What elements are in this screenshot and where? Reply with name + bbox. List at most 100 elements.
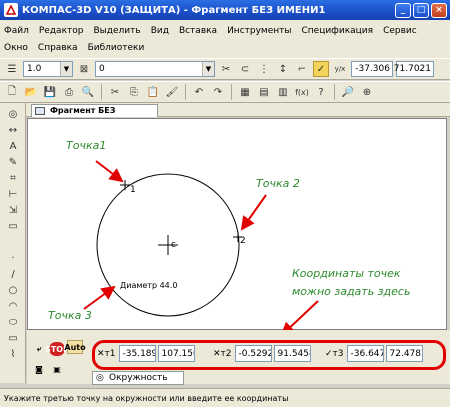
manager-icon[interactable]: ▤	[256, 84, 272, 100]
annotation-coords-line1: Координаты точек	[292, 267, 401, 280]
dimensions-icon[interactable]: ↔	[5, 123, 21, 137]
auto-create-icon[interactable]: Auto	[64, 340, 86, 354]
zoom-in-icon[interactable]: ⊕	[359, 84, 375, 100]
cut-icon[interactable]: ✂	[107, 84, 123, 100]
print-icon[interactable]: ⎙	[61, 84, 77, 100]
tab-circle[interactable]: ◎ Окружность	[92, 371, 184, 385]
redo-icon[interactable]: ↷	[210, 84, 226, 100]
annotation-point3: Точка 3	[48, 309, 92, 322]
save-icon[interactable]: 💾	[42, 84, 58, 100]
point2-x-input[interactable]: -0.5292	[234, 345, 272, 362]
snapshot-icon[interactable]: ◙	[31, 362, 47, 376]
point3-group: ✓т3 -36.647 72.4783	[325, 344, 425, 363]
annotation-point2: Точка 2	[256, 177, 300, 190]
arrow-coords	[280, 300, 319, 331]
circle-icon[interactable]: ○	[5, 283, 21, 297]
point-icon[interactable]: ·	[5, 251, 21, 265]
point3-x-input[interactable]: -36.647	[346, 345, 384, 362]
point2-y-input[interactable]: 91.5458	[273, 345, 311, 362]
measure-icon[interactable]: ⊢	[5, 187, 21, 201]
ortho-icon[interactable]: ↕	[275, 61, 291, 77]
menu-insert[interactable]: Вставка	[179, 26, 217, 36]
local-cs-icon[interactable]: ⌐	[294, 61, 310, 77]
annotation-coords-line2: можно задать здесь	[292, 285, 411, 298]
point2-label: 2	[240, 236, 246, 246]
maximize-button[interactable]: □	[413, 2, 429, 18]
new-document-icon[interactable]: 🗋	[4, 84, 20, 100]
polyline-icon[interactable]: ⌇	[5, 347, 21, 361]
point3-y-input[interactable]: 72.4783	[385, 345, 423, 362]
help-icon[interactable]: ?	[313, 84, 329, 100]
spec-icon[interactable]: ▭	[5, 219, 21, 233]
tab-fragment[interactable]: Фрагмент БЕЗ ИМЕНИ1	[31, 104, 158, 127]
rectangle-icon[interactable]: ▭	[5, 331, 21, 345]
close-button[interactable]: ×	[431, 2, 447, 18]
fragment-icon	[35, 107, 45, 115]
layer-icon[interactable]: ⊠	[76, 61, 92, 77]
stop-icon[interactable]: STOP	[45, 342, 69, 356]
save-props-icon[interactable]: ▣	[49, 362, 65, 376]
zoom-icon[interactable]: 🔎	[340, 84, 356, 100]
menu-file[interactable]: Файл	[4, 26, 29, 36]
menu-view[interactable]: Вид	[151, 26, 169, 36]
segment-icon[interactable]: /	[5, 267, 21, 281]
line-style-icon[interactable]: ☰	[4, 61, 20, 77]
open-icon[interactable]: 📂	[23, 84, 39, 100]
point1-x-input[interactable]: -35.189	[118, 345, 156, 362]
point1-field-label: ✕ т1	[97, 348, 116, 359]
round-icon[interactable]: ✓	[313, 61, 329, 77]
ellipse-icon[interactable]: ⬭	[5, 315, 21, 329]
preview-icon[interactable]: 🔍	[80, 84, 96, 100]
point2-field-label: ✕ т2	[213, 348, 232, 359]
edit-icon[interactable]: ✎	[5, 155, 21, 169]
point3-field-label: ✓ т3	[325, 348, 344, 359]
menu-select[interactable]: Выделить	[93, 26, 140, 36]
chevron-down-icon: ▼	[202, 62, 214, 76]
function-icon[interactable]: f(x)	[294, 84, 310, 100]
center-label: c	[171, 240, 176, 250]
title-bar: КОМПАС-3D V10 (ЗАЩИТА) - Фрагмент БЕЗ ИМ…	[0, 0, 450, 20]
paste-icon[interactable]: 📋	[145, 84, 161, 100]
menu-row-2: Окно Справка Библиотеки	[4, 39, 446, 56]
standard-toolbar: 🗋 📂 💾 ⎙ 🔍 ✂ ⎘ 📋 🖌 ↶ ↷ ▦ ▤ ▥ f(x) ? 🔎 ⊕	[0, 81, 450, 103]
arrow-point3	[83, 285, 116, 310]
point1-group: ✕т1 -35.189 107.156	[97, 344, 197, 363]
select-icon[interactable]: ⇲	[5, 203, 21, 217]
magnet-icon[interactable]: ⊂	[237, 61, 253, 77]
tab-circle-label: Окружность	[109, 373, 168, 383]
undo-icon[interactable]: ↶	[191, 84, 207, 100]
layer-combo[interactable]: 0 ▼	[95, 61, 215, 77]
cursor-x-field[interactable]: -37.306	[351, 61, 393, 77]
properties-toolbar: ☰ 1.0 ▼ ⊠ 0 ▼ ✂ ⊂ ⋮ ↕ ⌐ ✓ y/x -37.306 71…	[0, 58, 450, 80]
arc-icon[interactable]: ◠	[5, 299, 21, 313]
drawing-canvas[interactable]: 1 2 c Диаметр 44.0 Точка1 Точка 2 Точка …	[27, 118, 447, 331]
variables-icon[interactable]: ▥	[275, 84, 291, 100]
grid-icon[interactable]: ⋮	[256, 61, 272, 77]
menu-window[interactable]: Окно	[4, 43, 28, 53]
menu-help[interactable]: Справка	[38, 43, 78, 53]
point1-y-input[interactable]: 107.156	[157, 345, 195, 362]
library-icon[interactable]: ▦	[237, 84, 253, 100]
menu-service[interactable]: Сервис	[383, 26, 417, 36]
cursor-y-field[interactable]: 71.7021	[394, 61, 434, 77]
annotation-point1: Точка1	[66, 139, 107, 152]
menu-specification[interactable]: Спецификация	[301, 26, 373, 36]
scale-value: 1.0	[27, 64, 42, 74]
menu-libraries[interactable]: Библиотеки	[88, 43, 145, 53]
document-tab-bar: Фрагмент БЕЗ ИМЕНИ1	[26, 103, 450, 127]
menu-tools[interactable]: Инструменты	[227, 26, 291, 36]
layer-value: 0	[99, 64, 105, 74]
arrow-point2	[240, 194, 267, 231]
t3-label: т3	[332, 348, 344, 359]
format-brush-icon[interactable]: 🖌	[164, 84, 180, 100]
menu-edit[interactable]: Редактор	[39, 26, 84, 36]
snap-icon[interactable]: ✂	[218, 61, 234, 77]
status-text: Укажите третью точку на окружности или в…	[4, 393, 289, 403]
scale-combo[interactable]: 1.0 ▼	[23, 61, 73, 77]
designations-icon[interactable]: A	[5, 139, 21, 153]
arrow-point1	[95, 160, 124, 183]
copy-icon[interactable]: ⎘	[126, 84, 142, 100]
geometry-icon[interactable]: ◎	[5, 107, 21, 121]
minimize-button[interactable]: _	[395, 2, 411, 18]
parametrization-icon[interactable]: ⌗	[5, 171, 21, 185]
